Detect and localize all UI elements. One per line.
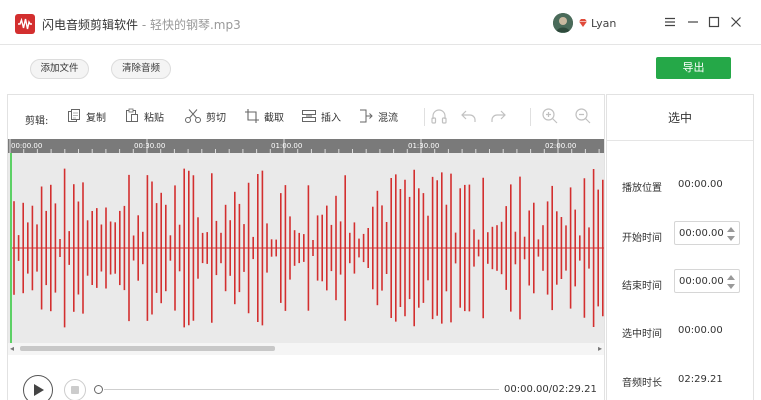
listen-button[interactable]: [430, 106, 448, 126]
app-logo-icon: [15, 14, 35, 34]
mix-label: 混流: [378, 112, 398, 124]
waveform[interactable]: [8, 153, 604, 343]
tick-label: 00:00.00: [11, 142, 43, 150]
stop-icon: [71, 386, 79, 394]
start-time-value[interactable]: 00:00.00: [679, 228, 724, 239]
clear-audio-button[interactable]: 清除音频: [111, 59, 171, 79]
zoom-in-button[interactable]: [541, 106, 559, 126]
title-bar: 闪电音频剪辑软件 - 轻快的钢琴.mp3 Lyan: [0, 0, 761, 44]
scrollbar-thumb[interactable]: [20, 346, 275, 351]
undo-icon: [461, 110, 476, 122]
duration-value: 02:29.21: [678, 374, 723, 385]
start-time-stepper[interactable]: 00:00.00: [674, 221, 740, 245]
scissors-icon: [185, 109, 201, 123]
end-time-value[interactable]: 00:00.00: [679, 276, 724, 287]
tick-label: 02:00.00: [545, 142, 577, 150]
copy-button[interactable]: 复制: [66, 106, 106, 126]
duration-label: 音频时长: [622, 378, 662, 389]
top-toolbar: 添加文件 清除音频 导出: [0, 44, 761, 94]
decrement-icon[interactable]: [727, 284, 735, 289]
maximize-icon[interactable]: [706, 14, 722, 30]
user-name[interactable]: Lyan: [591, 17, 616, 30]
toolbar-divider: [424, 108, 425, 126]
avatar[interactable]: [553, 13, 573, 33]
play-position-value: 00:00.00: [678, 179, 723, 190]
file-name: 轻快的钢琴.mp3: [149, 18, 241, 32]
vip-diamond-icon: [579, 19, 587, 27]
app-title: 闪电音频剪辑软件: [42, 18, 139, 32]
stop-button[interactable]: [64, 379, 86, 400]
close-icon[interactable]: [728, 14, 744, 30]
ruler-ticks: [9, 139, 600, 153]
paste-label: 粘贴: [144, 112, 164, 124]
tick-label: 01:00.00: [271, 142, 303, 150]
tick-label: 01:30.00: [408, 142, 440, 150]
horizontal-scrollbar[interactable]: ◂ ▸: [8, 343, 604, 355]
play-position-label: 播放位置: [622, 183, 662, 194]
selected-time-value: 00:00.00: [678, 325, 723, 336]
edit-toolbar-label: 剪辑:: [25, 116, 49, 127]
mix-button[interactable]: 混流: [358, 106, 398, 126]
end-time-label: 结束时间: [622, 281, 662, 292]
add-file-button[interactable]: 添加文件: [30, 59, 89, 79]
playback-time: 00:00.00/02:29.21: [504, 384, 597, 395]
cut-button[interactable]: 剪切: [184, 106, 226, 126]
start-time-label: 开始时间: [622, 233, 662, 244]
tick-label: 00:30.00: [134, 142, 166, 150]
edit-area: 剪辑: 复制 粘贴 剪切 截取 插入 混流 00:00.00 00:30.00 …: [7, 94, 605, 400]
export-button[interactable]: 导出: [656, 57, 731, 79]
title-separator: -: [138, 18, 150, 32]
zoom-out-icon: [575, 108, 591, 124]
zoom-out-button[interactable]: [574, 106, 592, 126]
redo-button[interactable]: [489, 106, 507, 126]
selected-time-label: 选中时间: [622, 329, 662, 340]
toolbar-divider: [530, 108, 531, 126]
zoom-in-icon: [542, 108, 558, 124]
insert-label: 插入: [321, 112, 341, 124]
increment-icon[interactable]: [727, 275, 735, 280]
playhead[interactable]: [10, 153, 12, 343]
cut-label: 剪切: [206, 112, 226, 124]
panel-title: 选中: [607, 95, 753, 141]
mix-icon: [360, 109, 373, 123]
copy-label: 复制: [86, 112, 106, 124]
scroll-left-icon[interactable]: ◂: [10, 344, 14, 353]
paste-button[interactable]: 粘贴: [124, 106, 164, 126]
waveform-graphic: [12, 168, 604, 328]
selection-panel: 选中 播放位置 00:00.00 开始时间 00:00.00 结束时间 00:0…: [606, 94, 754, 400]
window-title: 闪电音频剪辑软件 - 轻快的钢琴.mp3: [42, 16, 241, 33]
decrement-icon[interactable]: [727, 236, 735, 241]
progress-knob[interactable]: [94, 385, 103, 394]
end-time-stepper[interactable]: 00:00.00: [674, 269, 740, 293]
increment-icon[interactable]: [727, 227, 735, 232]
crop-icon: [245, 109, 259, 123]
play-button[interactable]: [23, 375, 53, 400]
redo-icon: [491, 110, 506, 122]
undo-button[interactable]: [460, 106, 478, 126]
play-icon: [34, 384, 44, 396]
scroll-right-icon[interactable]: ▸: [598, 344, 602, 353]
edit-toolbar: 剪辑: 复制 粘贴 剪切 截取 插入 混流: [8, 95, 604, 139]
progress-track[interactable]: [104, 389, 499, 390]
crop-label: 截取: [264, 112, 284, 124]
crop-button[interactable]: 截取: [244, 106, 284, 126]
insert-button[interactable]: 插入: [301, 106, 341, 126]
headphones-icon: [431, 109, 447, 124]
minimize-icon[interactable]: [685, 14, 701, 30]
copy-icon: [68, 109, 80, 122]
player-controls: 00:00.00/02:29.21: [8, 355, 604, 400]
paste-icon: [126, 108, 138, 122]
menu-icon[interactable]: [662, 14, 678, 30]
insert-icon: [302, 110, 316, 122]
timeline-ruler[interactable]: 00:00.00 00:30.00 01:00.00 01:30.00 02:0…: [8, 139, 604, 153]
